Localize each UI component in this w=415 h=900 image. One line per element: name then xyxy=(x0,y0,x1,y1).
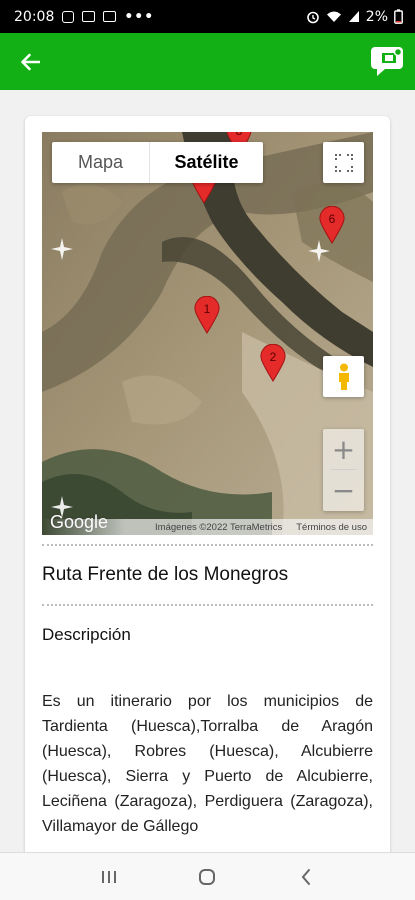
chevron-left-icon xyxy=(301,868,310,885)
marker-label: 8 xyxy=(226,132,252,138)
home-icon xyxy=(199,868,216,885)
notification-icon xyxy=(62,10,75,23)
system-back-button[interactable] xyxy=(286,857,326,897)
pegman-icon xyxy=(338,363,349,390)
battery-icon xyxy=(394,9,403,24)
battery-percent: 2% xyxy=(365,8,388,25)
terms-link[interactable]: Términos de uso xyxy=(296,522,367,533)
marker-label: 2 xyxy=(269,350,277,364)
map-type-toggle: Mapa Satélite xyxy=(52,142,263,183)
signal-icon xyxy=(348,11,359,22)
home-button[interactable] xyxy=(187,857,227,897)
street-view-button[interactable] xyxy=(323,356,364,397)
system-nav-bar xyxy=(0,852,415,900)
sparkle-icon xyxy=(51,238,73,260)
fullscreen-button[interactable] xyxy=(323,142,364,183)
marker-label: 6 xyxy=(328,212,336,226)
map-attribution: Imágenes ©2022 TerraMetrics Términos de … xyxy=(42,519,373,535)
screen-icon xyxy=(82,11,96,22)
imagery-attribution: Imágenes ©2022 TerraMetrics xyxy=(155,521,283,533)
zoom-divider xyxy=(331,469,356,470)
map-type-map-button[interactable]: Mapa xyxy=(52,142,149,183)
recents-icon xyxy=(102,870,117,883)
route-title: Ruta Frente de los Monegros xyxy=(42,564,289,585)
gallery-icon xyxy=(103,11,117,22)
back-button[interactable] xyxy=(0,33,60,90)
route-card: 8 7 6 1 2 Mapa Satélite xyxy=(25,116,390,852)
map-marker[interactable]: 6 xyxy=(319,205,345,244)
chat-app-icon xyxy=(371,47,403,76)
fullscreen-icon xyxy=(334,153,353,172)
map-marker[interactable]: 1 xyxy=(194,295,220,334)
status-bar: 20:08 ••• 2% xyxy=(0,0,415,33)
arrow-left-icon xyxy=(21,53,40,70)
wifi-icon xyxy=(326,11,341,22)
status-time: 20:08 xyxy=(14,8,55,25)
map-marker[interactable]: 2 xyxy=(260,343,286,382)
divider xyxy=(42,544,373,546)
chat-app-button[interactable] xyxy=(371,43,407,79)
app-toolbar xyxy=(0,33,415,90)
content-area[interactable]: 8 7 6 1 2 Mapa Satélite xyxy=(0,90,415,852)
alarm-icon xyxy=(306,11,319,23)
divider xyxy=(42,604,373,606)
zoom-in-button[interactable]: + xyxy=(323,429,364,470)
map-type-satellite-button[interactable]: Satélite xyxy=(149,142,263,183)
zoom-out-button[interactable]: − xyxy=(323,470,364,511)
marker-label: 1 xyxy=(203,302,211,316)
more-notifications-icon: ••• xyxy=(124,8,155,25)
recents-button[interactable] xyxy=(89,857,129,897)
zoom-controls: + − xyxy=(323,429,364,511)
route-map[interactable]: 8 7 6 1 2 Mapa Satélite xyxy=(42,132,373,535)
description-heading: Descripción xyxy=(42,625,131,644)
description-text: Es un itinerario por los municipios de T… xyxy=(42,693,373,835)
